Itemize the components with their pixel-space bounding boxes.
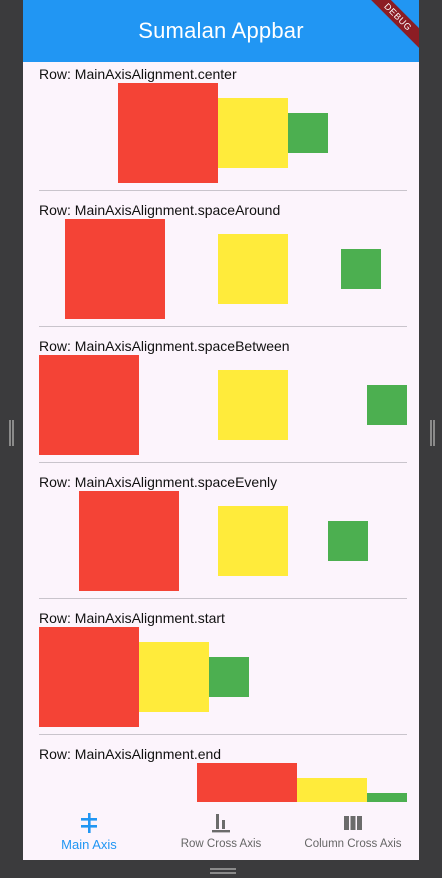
row-cross-axis-icon bbox=[210, 812, 232, 834]
section-title: Row: MainAxisAlignment.spaceBetween bbox=[39, 338, 290, 354]
section-space-evenly: Row: MainAxisAlignment.spaceEvenly bbox=[39, 470, 407, 598]
section-center: Row: MainAxisAlignment.center bbox=[39, 62, 407, 190]
red-box bbox=[79, 491, 179, 591]
yellow-box bbox=[218, 370, 288, 440]
nav-label-row-cross-axis: Row Cross Axis bbox=[180, 838, 262, 850]
green-box bbox=[328, 521, 368, 561]
red-box bbox=[197, 763, 297, 802]
yellow-box bbox=[218, 98, 288, 168]
divider bbox=[39, 598, 407, 599]
bottom-navigation-bar: Main Axis Row Cross Axis Column Cross Ax… bbox=[23, 802, 419, 860]
right-resize-handle[interactable] bbox=[430, 420, 435, 446]
section-space-around: Row: MainAxisAlignment.spaceAround bbox=[39, 198, 407, 326]
section-start: Row: MainAxisAlignment.start bbox=[39, 606, 407, 734]
green-box bbox=[367, 793, 407, 802]
app-screen: Sumalan Appbar DEBUG Row: MainAxisAlignm… bbox=[23, 0, 419, 860]
green-box bbox=[341, 249, 381, 289]
nav-label-main-axis: Main Axis bbox=[61, 837, 117, 852]
nav-item-column-cross-axis[interactable]: Column Cross Axis bbox=[287, 802, 419, 860]
yellow-box bbox=[297, 778, 367, 802]
left-resize-handle[interactable] bbox=[9, 420, 14, 446]
red-box bbox=[39, 355, 139, 455]
divider bbox=[39, 462, 407, 463]
section-title: Row: MainAxisAlignment.end bbox=[39, 746, 222, 762]
section-title: Row: MainAxisAlignment.center bbox=[39, 66, 237, 82]
red-box bbox=[118, 83, 218, 183]
green-box bbox=[367, 385, 407, 425]
red-box bbox=[39, 627, 139, 727]
yellow-box bbox=[139, 642, 209, 712]
green-box bbox=[288, 113, 328, 153]
nav-item-main-axis[interactable]: Main Axis bbox=[23, 802, 155, 860]
yellow-box bbox=[218, 506, 288, 576]
divider bbox=[39, 190, 407, 191]
nav-item-row-cross-axis[interactable]: Row Cross Axis bbox=[155, 802, 287, 860]
bottom-resize-handle[interactable] bbox=[210, 868, 236, 874]
section-title: Row: MainAxisAlignment.spaceAround bbox=[39, 202, 281, 218]
main-axis-icon bbox=[79, 812, 99, 834]
section-end: Row: MainAxisAlignment.end bbox=[39, 742, 407, 802]
section-space-between: Row: MainAxisAlignment.spaceBetween bbox=[39, 334, 407, 462]
column-cross-axis-icon bbox=[342, 812, 364, 834]
yellow-box bbox=[218, 234, 288, 304]
divider bbox=[39, 326, 407, 327]
section-title: Row: MainAxisAlignment.start bbox=[39, 610, 225, 626]
nav-label-column-cross-axis: Column Cross Axis bbox=[304, 838, 402, 850]
debug-banner: DEBUG bbox=[362, 0, 419, 53]
app-bar: Sumalan Appbar DEBUG bbox=[23, 0, 419, 62]
app-bar-title: Sumalan Appbar bbox=[138, 18, 304, 43]
divider bbox=[39, 734, 407, 735]
scroll-content[interactable]: Row: MainAxisAlignment.center Row: MainA… bbox=[23, 62, 419, 802]
green-box bbox=[209, 657, 249, 697]
red-box bbox=[65, 219, 165, 319]
section-title: Row: MainAxisAlignment.spaceEvenly bbox=[39, 474, 278, 490]
